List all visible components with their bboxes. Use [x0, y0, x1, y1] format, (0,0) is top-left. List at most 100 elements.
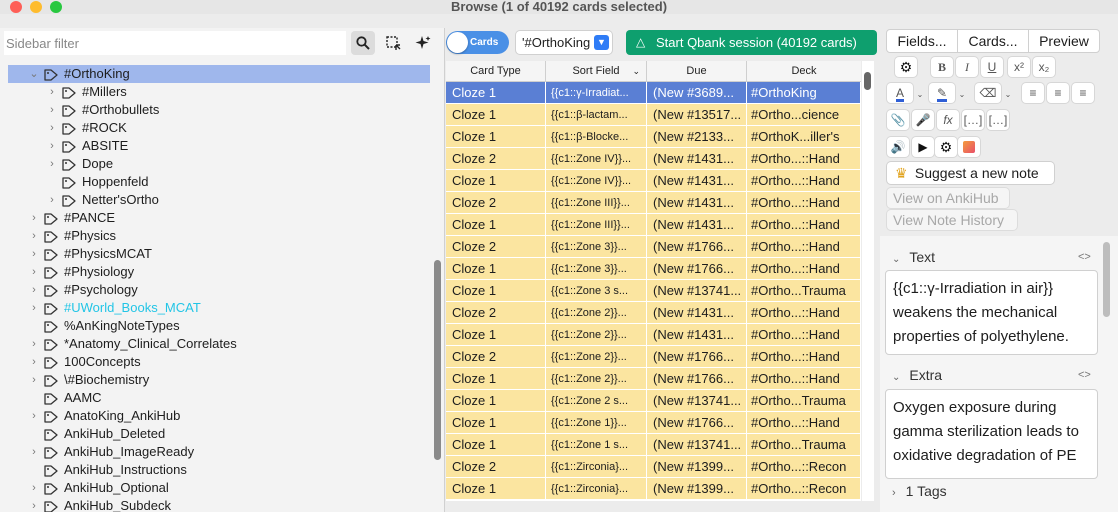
- cards-notes-toggle[interactable]: Cards: [446, 31, 509, 54]
- chevron-right-icon[interactable]: ›: [46, 119, 58, 137]
- sidebar-tag-item[interactable]: Hoppenfeld: [8, 173, 430, 191]
- sidebar-tag-item[interactable]: › #Orthobullets: [8, 101, 430, 119]
- chevron-right-icon[interactable]: ›: [28, 407, 40, 425]
- sidebar-tag-item[interactable]: › #ROCK: [8, 119, 430, 137]
- tab-fields[interactable]: Fields...: [887, 30, 958, 52]
- table-row[interactable]: Cloze 1 {{c1::Zone 2 s... (New #13741... #O…: [446, 390, 861, 412]
- table-row[interactable]: Cloze 1 {{c1::Zone 2}}... (New #1766... #Or…: [446, 368, 861, 390]
- chevron-right-icon[interactable]: ›: [28, 479, 40, 497]
- column-header-deck[interactable]: Deck: [747, 61, 861, 82]
- sidebar-tag-item[interactable]: › AnkiHub_Optional: [8, 479, 430, 497]
- sidebar-tag-item[interactable]: › AnatoKing_AnkiHub: [8, 407, 430, 425]
- table-row[interactable]: Cloze 2 {{c1::Zone III}}... (New #1431... #…: [446, 192, 861, 214]
- chevron-right-icon[interactable]: ›: [28, 209, 40, 227]
- column-header-card-type[interactable]: Card Type: [446, 61, 546, 82]
- sidebar-tag-item[interactable]: AnkiHub_Instructions: [8, 461, 430, 479]
- select-tool-button[interactable]: [381, 31, 405, 55]
- sidebar-tag-item[interactable]: › \#Biochemistry: [8, 371, 430, 389]
- table-row[interactable]: Cloze 1 {{c1::Zone 3}}... (New #1766... #Or…: [446, 258, 861, 280]
- sidebar-tag-item[interactable]: › ABSITE: [8, 137, 430, 155]
- chevron-right-icon[interactable]: ›: [28, 299, 40, 317]
- tts-settings-button[interactable]: ⚙: [935, 137, 957, 157]
- highlight-button[interactable]: ✎: [929, 83, 955, 103]
- audio-button[interactable]: 🔊: [887, 137, 909, 157]
- table-row[interactable]: Cloze 1 {{c1::β-lactam... (New #13517... #O…: [446, 104, 861, 126]
- sidebar-tag-item[interactable]: › 100Concepts: [8, 353, 430, 371]
- sidebar-tag-item[interactable]: › AnkiHub_Subdeck: [8, 497, 430, 512]
- cloze-same-button[interactable]: […]: [987, 110, 1009, 130]
- chevron-right-icon[interactable]: ›: [28, 443, 40, 461]
- sidebar-tag-item[interactable]: › #Psychology: [8, 281, 430, 299]
- play-button[interactable]: ▶: [912, 137, 934, 157]
- chevron-right-icon[interactable]: ›: [46, 155, 58, 173]
- table-row[interactable]: Cloze 2 {{c1::Zone IV}}... (New #1431... #O…: [446, 148, 861, 170]
- table-row[interactable]: Cloze 1 {{c1::Zirconia}... (New #1399... #O…: [446, 478, 861, 500]
- subscript-button[interactable]: x₂: [1033, 57, 1055, 77]
- attach-button[interactable]: 📎: [887, 110, 909, 130]
- eraser-button[interactable]: ⌫: [975, 83, 1001, 103]
- view-note-history-button[interactable]: View Note History: [887, 210, 1017, 230]
- chevron-right-icon[interactable]: ›: [46, 83, 58, 101]
- sidebar-tag-item[interactable]: %AnKingNoteTypes: [8, 317, 430, 335]
- sidebar-tag-item[interactable]: › #PhysicsMCAT: [8, 245, 430, 263]
- table-row[interactable]: Cloze 2 {{c1::Zone 2}}... (New #1766... #Or…: [446, 346, 861, 368]
- highlight-dropdown[interactable]: ⌄: [956, 83, 968, 103]
- superscript-button[interactable]: x²: [1008, 57, 1030, 77]
- table-row[interactable]: Cloze 2 {{c1::Zirconia}... (New #1399... #O…: [446, 456, 861, 478]
- chevron-right-icon[interactable]: ›: [46, 101, 58, 119]
- text-field-editor[interactable]: {{c1::γ-Irradiation in air}} weakens the…: [885, 270, 1098, 355]
- bold-button[interactable]: B: [931, 57, 953, 77]
- table-row[interactable]: Cloze 1 {{c1::Zone 3 s... (New #13741... #O…: [446, 280, 861, 302]
- chevron-right-icon[interactable]: ›: [28, 371, 40, 389]
- table-row[interactable]: Cloze 1 {{c1::Zone 1}}... (New #1766... #Or…: [446, 412, 861, 434]
- search-button[interactable]: [351, 31, 375, 55]
- html-toggle-icon[interactable]: <>: [1078, 251, 1091, 263]
- settings-button[interactable]: ⚙: [895, 57, 917, 77]
- chevron-down-icon[interactable]: ▼: [594, 35, 609, 50]
- image-occlusion-button[interactable]: [958, 137, 980, 157]
- sidebar-tag-item[interactable]: › AnkiHub_ImageReady: [8, 443, 430, 461]
- chevron-right-icon[interactable]: ›: [28, 497, 40, 512]
- tab-preview[interactable]: Preview: [1029, 30, 1099, 52]
- chevron-right-icon[interactable]: ›: [28, 245, 40, 263]
- column-header-due[interactable]: Due: [647, 61, 747, 82]
- sidebar-tag-item[interactable]: › #PANCE: [8, 209, 430, 227]
- chevron-right-icon[interactable]: ›: [28, 353, 40, 371]
- table-row[interactable]: Cloze 1 {{c1::β-Blocke... (New #2133... #Or…: [446, 126, 861, 148]
- table-row[interactable]: Cloze 1 {{c1::γ-Irradiat... (New #3689... #…: [446, 82, 861, 104]
- math-button[interactable]: fx: [937, 110, 959, 130]
- table-row[interactable]: Cloze 2 {{c1::Zone 2}}... (New #1431... #Or…: [446, 302, 861, 324]
- ai-sparkle-button[interactable]: [411, 31, 435, 55]
- search-field[interactable]: '#OrthoKing ▼: [516, 31, 612, 54]
- field-header-text[interactable]: ⌄ Text: [892, 249, 935, 265]
- chevron-right-icon[interactable]: ›: [46, 137, 58, 155]
- text-color-dropdown[interactable]: ⌄: [914, 83, 926, 103]
- sidebar-tag-item[interactable]: › *Anatomy_Clinical_Correlates: [8, 335, 430, 353]
- bullet-list-button[interactable]: ≡: [1022, 83, 1044, 103]
- numbered-list-button[interactable]: ≡: [1047, 83, 1069, 103]
- table-row[interactable]: Cloze 1 {{c1::Zone III}}... (New #1431... #…: [446, 214, 861, 236]
- chevron-right-icon[interactable]: ›: [28, 263, 40, 281]
- table-scroll-track[interactable]: [862, 61, 874, 501]
- record-button[interactable]: 🎤: [912, 110, 934, 130]
- sidebar-tag-item[interactable]: ⌄ #OrthoKing: [8, 65, 430, 83]
- chevron-right-icon[interactable]: ›: [28, 335, 40, 353]
- text-color-button[interactable]: A: [887, 83, 913, 103]
- align-button[interactable]: ≡: [1072, 83, 1094, 103]
- chevron-right-icon[interactable]: ›: [46, 191, 58, 209]
- chevron-down-icon[interactable]: ⌄: [28, 65, 40, 83]
- tab-cards[interactable]: Cards...: [958, 30, 1029, 52]
- view-on-ankihub-button[interactable]: View on AnkiHub: [887, 188, 1009, 208]
- table-row[interactable]: Cloze 1 {{c1::Zone 2}}... (New #1431... #Or…: [446, 324, 861, 346]
- start-qbank-button[interactable]: △ Start Qbank session (40192 cards): [626, 30, 877, 55]
- sidebar-tag-item[interactable]: › #Millers: [8, 83, 430, 101]
- sidebar-tag-item[interactable]: › Netter'sOrtho: [8, 191, 430, 209]
- table-scrollbar[interactable]: [864, 72, 871, 90]
- eraser-dropdown[interactable]: ⌄: [1002, 83, 1014, 103]
- sidebar-tag-item[interactable]: › #Physiology: [8, 263, 430, 281]
- table-row[interactable]: Cloze 1 {{c1::Zone IV}}... (New #1431... #O…: [446, 170, 861, 192]
- chevron-right-icon[interactable]: ›: [28, 227, 40, 245]
- sidebar-tag-item[interactable]: › #UWorld_Books_MCAT: [8, 299, 430, 317]
- sidebar-tag-item[interactable]: › #Physics: [8, 227, 430, 245]
- underline-button[interactable]: U: [981, 57, 1003, 77]
